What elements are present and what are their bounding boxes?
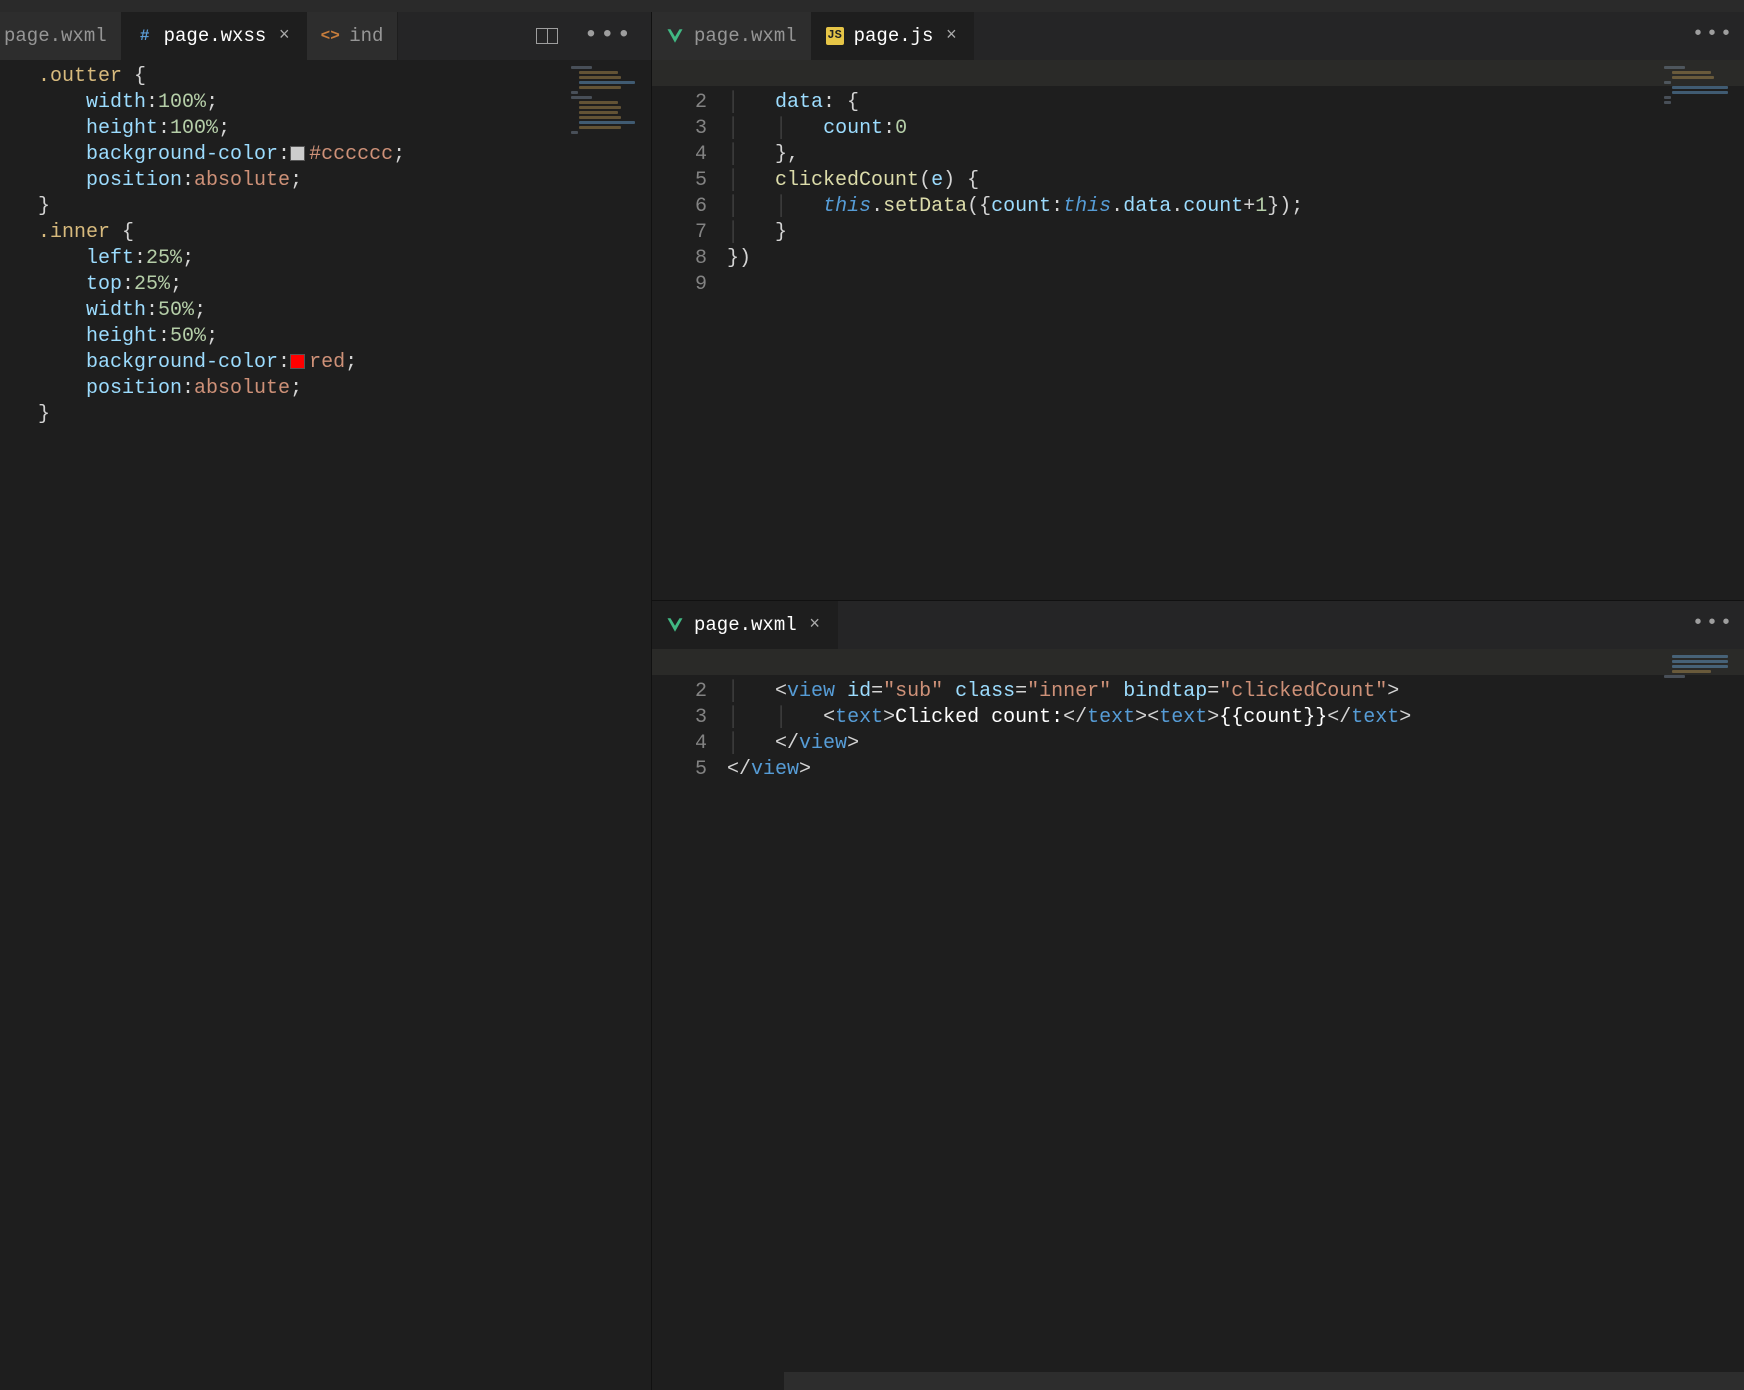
close-icon[interactable]: × xyxy=(807,614,823,637)
tab-label: page.wxml xyxy=(4,24,107,48)
tab-page-wxss[interactable]: # page.wxss × xyxy=(122,12,308,60)
js-icon: JS xyxy=(826,27,844,45)
gutter: 123456789 xyxy=(652,60,727,298)
code-content[interactable]: <view id="root" class="outter">│ <view i… xyxy=(727,649,1411,783)
more-icon[interactable]: ••• xyxy=(1692,22,1734,47)
gutter xyxy=(0,60,38,428)
vue-icon xyxy=(666,616,684,634)
tab-page-wxml-top[interactable]: page.wxml xyxy=(652,12,812,60)
xml-icon: <> xyxy=(321,27,339,45)
tab-page-js[interactable]: JS page.js × xyxy=(812,12,975,60)
tab-index[interactable]: <> ind xyxy=(307,12,398,60)
code-content[interactable]: .outter { width:100%; height:100%; backg… xyxy=(38,60,405,428)
gutter: 12345 xyxy=(652,649,727,783)
tab-page-wxml-left[interactable]: page.wxml xyxy=(0,12,122,60)
titlebar-stub xyxy=(0,0,1744,12)
right-top-editor[interactable]: 123456789 Page({│ data: {│ │ count:0│ },… xyxy=(652,60,1744,600)
left-editor[interactable]: .outter { width:100%; height:100%; backg… xyxy=(0,60,651,1390)
right-bottom-editor[interactable]: 12345 <view id="root" class="outter">│ <… xyxy=(652,649,1744,1390)
right-editor-group: page.wxml JS page.js × ••• 123456789 Pag… xyxy=(652,12,1744,1390)
tab-label: ind xyxy=(349,24,383,48)
horizontal-scrollbar[interactable] xyxy=(784,1372,1744,1390)
vue-icon xyxy=(666,27,684,45)
close-icon[interactable]: × xyxy=(943,25,959,48)
tab-label: page.wxml xyxy=(694,24,797,48)
tab-label: page.wxml xyxy=(694,613,797,637)
left-tab-actions: ••• xyxy=(518,21,651,51)
left-editor-group: page.wxml # page.wxss × <> ind ••• xyxy=(0,12,652,1390)
left-tabs: page.wxml # page.wxss × <> ind ••• xyxy=(0,12,651,60)
more-icon[interactable]: ••• xyxy=(584,21,633,51)
more-icon[interactable]: ••• xyxy=(1692,611,1734,636)
right-top-tabs: page.wxml JS page.js × ••• xyxy=(652,12,1744,60)
code-content[interactable]: Page({│ data: {│ │ count:0│ },│ clickedC… xyxy=(727,60,1303,298)
split-editor-icon[interactable] xyxy=(536,28,558,44)
hash-icon: # xyxy=(136,27,154,45)
right-bottom-tabs: page.wxml × ••• xyxy=(652,601,1744,649)
close-icon[interactable]: × xyxy=(276,25,292,48)
tab-label: page.wxss xyxy=(164,24,267,48)
tab-label: page.js xyxy=(854,24,934,48)
tab-page-wxml-bottom[interactable]: page.wxml × xyxy=(652,601,838,649)
